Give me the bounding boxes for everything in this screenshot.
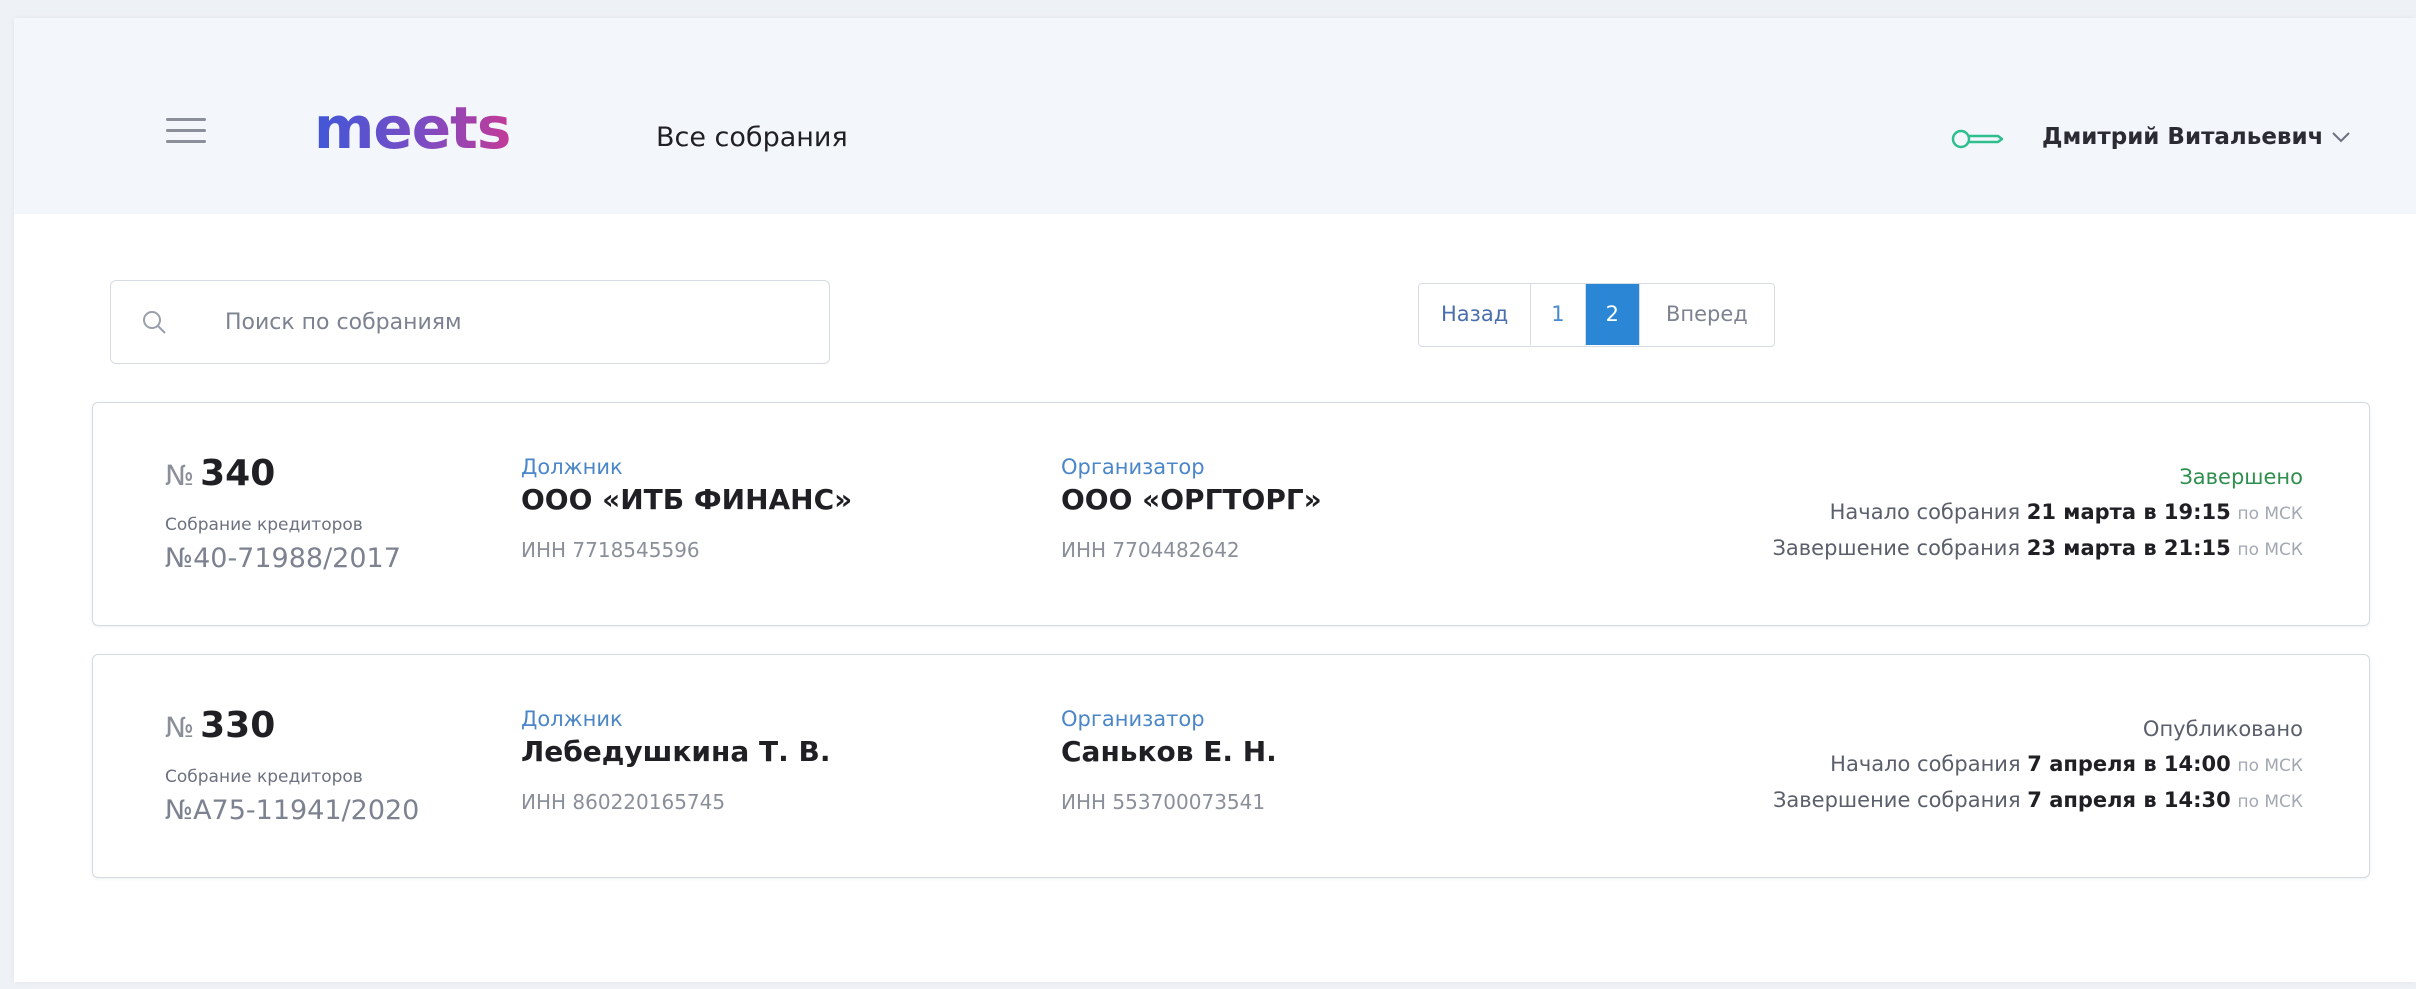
end-line: Завершение собрания 7 апреля в 14:30 по … [1773,783,2303,819]
debtor-label: Должник [521,707,623,731]
start-time: 7 апреля в 14:00 [2027,752,2231,776]
meeting-type: Собрание кредиторов [165,767,363,787]
organizer-inn: ИНН 553700073541 [1061,790,1266,814]
organizer-block: Организатор Саньков Е. Н. ИНН 5537000735… [1061,707,1277,814]
meeting-schedule: Завершено Начало собрания 21 марта в 19:… [1772,465,2303,567]
search-input[interactable] [223,281,807,363]
start-line: Начало собрания 7 апреля в 14:00 по МСК [1773,747,2303,783]
end-label: Завершение собрания [1772,788,2021,812]
number-value: 330 [200,705,276,746]
page-title: Все собрания [656,122,848,153]
start-line: Начало собрания 21 марта в 19:15 по МСК [1772,495,2303,531]
user-menu-name[interactable]: Дмитрий Витальевич [2042,124,2323,150]
organizer-name: Саньков Е. Н. [1061,735,1277,768]
end-line: Завершение собрания 23 марта в 21:15 по … [1772,531,2303,567]
debtor-label: Должник [521,455,623,479]
meeting-number: № 340 [165,453,275,494]
organizer-label: Организатор [1061,455,1205,479]
app-window: meets Все собрания Дмитрий Витальевич На… [14,18,2416,982]
start-time: 21 марта в 19:15 [2026,500,2231,524]
debtor-block: Должник ООО «ИТБ ФИНАНС» ИНН 7718545596 [521,455,852,562]
pagination-next-button[interactable]: Вперед [1639,284,1774,345]
timezone: по МСК [2237,792,2303,812]
hamburger-menu-icon[interactable] [166,118,206,144]
debtor-inn: ИНН 860220165745 [521,790,726,814]
number-prefix: № [165,459,195,492]
status-badge: Опубликовано [2142,717,2303,741]
start-label: Начало собрания [1829,500,2021,524]
meeting-type: Собрание кредиторов [165,515,363,535]
meeting-card[interactable]: № 340 Собрание кредиторов №40-71988/2017 … [92,402,2370,626]
timezone: по МСК [2237,756,2303,776]
timezone: по МСК [2237,540,2303,560]
chevron-down-icon[interactable] [2330,126,2352,148]
top-header: meets Все собрания Дмитрий Витальевич [14,18,2416,214]
key-icon[interactable] [1950,124,2006,154]
pagination-page-1[interactable]: 1 [1531,284,1586,345]
timezone: по МСК [2237,504,2303,524]
search-icon [143,311,166,334]
end-time: 23 марта в 21:15 [2026,536,2231,560]
case-number: №40-71988/2017 [165,543,401,574]
meeting-number: № 330 [165,705,275,746]
meeting-card[interactable]: № 330 Собрание кредиторов №А75-11941/2020… [92,654,2370,878]
pagination-page-2[interactable]: 2 [1585,284,1640,345]
logo[interactable]: meets [314,94,511,162]
meeting-schedule: Опубликовано Начало собрания 7 апреля в … [1773,717,2303,819]
debtor-name: Лебедушкина Т. В. [521,735,831,768]
search-box [110,280,830,364]
status-badge: Завершено [2179,465,2303,489]
debtor-inn: ИНН 7718545596 [521,538,700,562]
organizer-name: ООО «ОРГТОРГ» [1061,483,1322,516]
end-time: 7 апреля в 14:30 [2027,788,2231,812]
pagination-prev-button[interactable]: Назад [1419,284,1532,345]
organizer-inn: ИНН 7704482642 [1061,538,1240,562]
debtor-block: Должник Лебедушкина Т. В. ИНН 8602201657… [521,707,830,814]
pagination: Назад 1 2 Вперед [1418,283,1775,347]
number-prefix: № [165,711,195,744]
number-value: 340 [200,453,276,494]
organizer-block: Организатор ООО «ОРГТОРГ» ИНН 7704482642 [1061,455,1322,562]
case-number: №А75-11941/2020 [165,795,420,826]
organizer-label: Организатор [1061,707,1205,731]
debtor-name: ООО «ИТБ ФИНАНС» [521,483,853,516]
end-label: Завершение собрания [1772,536,2021,560]
start-label: Начало собрания [1830,752,2021,776]
